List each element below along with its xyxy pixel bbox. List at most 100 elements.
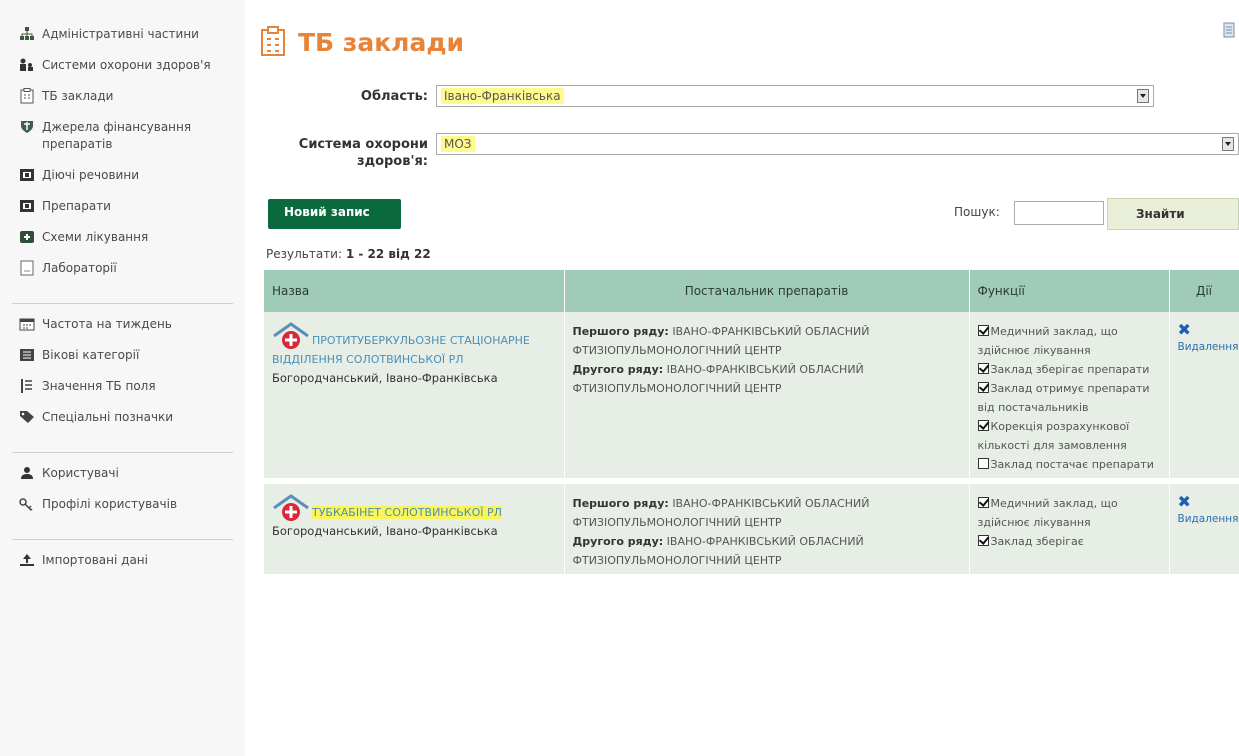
sidebar-item-label: Спеціальні позначки bbox=[42, 410, 174, 424]
page-title: ТБ заклади bbox=[298, 27, 465, 57]
sidebar-item-label: Системи охорони здоров'я bbox=[42, 58, 211, 72]
oblast-select[interactable]: Івано-Франківська bbox=[436, 85, 1154, 107]
checkbox-checked-icon bbox=[977, 497, 989, 508]
function-label: Медичний заклад, що здійснює лікування bbox=[977, 497, 1118, 529]
substance-icon bbox=[18, 167, 36, 182]
column-header-actions: Дії bbox=[1169, 270, 1239, 312]
building-icon bbox=[260, 26, 290, 58]
sidebar-item-weekly-frequency[interactable]: Частота на тиждень bbox=[0, 316, 245, 333]
facility-name-link[interactable]: ТУБКАБІНЕТ СОЛОТВИНСЬКОЇ РЛ bbox=[312, 506, 502, 519]
sidebar-item-admin-units[interactable]: Адміністративні частини bbox=[0, 26, 245, 43]
function-label: Заклад отримує препарати від постачальни… bbox=[977, 382, 1150, 414]
sidebar-item-label: Частота на тиждень bbox=[42, 317, 172, 331]
function-item: Медичний заклад, що здійснює лікування bbox=[977, 494, 1161, 532]
function-label: Корекція розрахункової кількості для зам… bbox=[977, 420, 1130, 452]
sidebar-item-medicines[interactable]: Препарати bbox=[0, 198, 245, 215]
tag-icon bbox=[18, 409, 36, 424]
column-header-name[interactable]: Назва bbox=[264, 270, 565, 312]
sidebar-item-users[interactable]: Користувачі bbox=[0, 465, 245, 482]
sidebar-item-funding-sources[interactable]: Джерела фінансування препаратів bbox=[0, 119, 245, 153]
sidebar-item-label: Значення ТБ поля bbox=[42, 379, 156, 393]
checkbox-checked-icon bbox=[977, 382, 989, 393]
facility-location: Богородчанський, Івано-Франківська bbox=[272, 371, 498, 385]
supplier-first-label: Першого ряду: bbox=[572, 497, 669, 510]
results-summary: Результати: 1 - 22 від 22 bbox=[266, 247, 431, 261]
sidebar-item-active-substances[interactable]: Діючі речовини bbox=[0, 167, 245, 184]
sidebar-item-special-marks[interactable]: Спеціальні позначки bbox=[0, 409, 245, 426]
function-item: Заклад зберігає bbox=[977, 532, 1161, 551]
function-label: Заклад зберігає препарати bbox=[990, 363, 1150, 376]
facilities-table: Назва Постачальник препаратів Функції Ді… bbox=[264, 270, 1239, 580]
actions-cell: ✖ Видалення bbox=[1169, 312, 1239, 484]
medicine-icon bbox=[18, 198, 36, 213]
sidebar-item-label: ТБ заклади bbox=[42, 89, 114, 103]
new-record-button[interactable]: Новий запис bbox=[268, 199, 401, 229]
facility-location: Богородчанський, Івано-Франківська bbox=[272, 524, 498, 538]
sidebar-group-4: Імпортовані дані bbox=[0, 548, 245, 589]
search-button[interactable]: Знайти bbox=[1107, 198, 1239, 230]
supplier-first-label: Першого ряду: bbox=[572, 325, 669, 338]
page-header: ТБ заклади bbox=[260, 26, 464, 58]
checkbox-unchecked-icon bbox=[977, 458, 989, 469]
function-item: Заклад постачає препарати bbox=[977, 455, 1161, 474]
sidebar-divider bbox=[12, 452, 233, 453]
sidebar-item-label: Схеми лікування bbox=[42, 230, 149, 244]
checkbox-checked-icon bbox=[977, 325, 989, 336]
facility-name-link[interactable]: ПРОТИТУБЕРКУЛЬОЗНЕ СТАЦІОНАРНЕ ВІДДІЛЕНН… bbox=[272, 334, 530, 366]
lab-icon bbox=[18, 260, 36, 275]
function-label: Заклад зберігає bbox=[990, 535, 1084, 548]
oblast-select-value: Івано-Франківська bbox=[441, 88, 564, 104]
sidebar-item-label: Джерела фінансування препаратів bbox=[42, 120, 192, 151]
sidebar-group-2: Частота на тиждень Вікові категорії Знач… bbox=[0, 312, 245, 446]
people-tree-icon bbox=[18, 57, 36, 72]
delete-icon[interactable]: ✖ bbox=[1178, 322, 1231, 338]
table-row: ТУБКАБІНЕТ СОЛОТВИНСЬКОЇ РЛ Богородчансь… bbox=[264, 481, 1239, 580]
sidebar-item-label: Вікові категорії bbox=[42, 348, 140, 362]
building-icon bbox=[18, 87, 36, 103]
function-item: Корекція розрахункової кількості для зам… bbox=[977, 417, 1161, 455]
sidebar-item-label: Лабораторії bbox=[42, 261, 117, 275]
main-content: ТБ заклади Область: Івано-Франківська Си… bbox=[260, 0, 1239, 756]
health-system-filter-row: Система охорони здоров'я: МОЗ bbox=[260, 133, 1239, 170]
health-system-select[interactable]: МОЗ bbox=[436, 133, 1239, 155]
sidebar-item-age-categories[interactable]: Вікові категорії bbox=[0, 347, 245, 364]
chevron-down-icon[interactable] bbox=[1222, 137, 1234, 151]
chevron-down-icon[interactable] bbox=[1137, 89, 1149, 103]
column-header-supplier[interactable]: Постачальник препаратів bbox=[564, 270, 970, 312]
sidebar-item-label: Препарати bbox=[42, 199, 111, 213]
org-chart-icon bbox=[18, 26, 36, 41]
sidebar-item-label: Користувачі bbox=[42, 466, 119, 480]
table-row: ПРОТИТУБЕРКУЛЬОЗНЕ СТАЦІОНАРНЕ ВІДДІЛЕНН… bbox=[264, 312, 1239, 484]
sidebar-item-health-systems[interactable]: Системи охорони здоров'я bbox=[0, 57, 245, 74]
facility-cell: ПРОТИТУБЕРКУЛЬОЗНЕ СТАЦІОНАРНЕ ВІДДІЛЕНН… bbox=[264, 312, 565, 484]
checkbox-checked-icon bbox=[977, 363, 989, 374]
supplier-second-label: Другого ряду: bbox=[572, 363, 664, 376]
print-icon[interactable] bbox=[1223, 22, 1237, 40]
delete-icon[interactable]: ✖ bbox=[1178, 494, 1231, 510]
function-label: Медичний заклад, що здійснює лікування bbox=[977, 325, 1118, 357]
delete-link[interactable]: Видалення bbox=[1178, 510, 1239, 529]
sidebar-item-tb-field-values[interactable]: Значення ТБ поля bbox=[0, 378, 245, 395]
hospital-icon bbox=[272, 494, 310, 522]
schema-icon bbox=[18, 229, 36, 244]
list-icon bbox=[18, 347, 36, 362]
sidebar-item-treatment-schemes[interactable]: Схеми лікування bbox=[0, 229, 245, 246]
health-system-label: Система охорони здоров'я: bbox=[298, 137, 428, 169]
checkbox-checked-icon bbox=[977, 535, 989, 546]
function-item: Заклад зберігає препарати bbox=[977, 360, 1161, 379]
shield-icon bbox=[18, 119, 36, 134]
search-label: Пошук: bbox=[954, 205, 1000, 219]
search-input[interactable] bbox=[1014, 201, 1104, 225]
functions-cell: Медичний заклад, що здійснює лікування З… bbox=[969, 312, 1170, 484]
key-icon bbox=[18, 496, 36, 511]
health-system-select-value: МОЗ bbox=[441, 136, 475, 152]
sidebar-item-label: Профілі користувачів bbox=[42, 497, 178, 511]
delete-link[interactable]: Видалення bbox=[1178, 338, 1239, 357]
sidebar-item-imported-data[interactable]: Імпортовані дані bbox=[0, 552, 245, 569]
sidebar-item-tb-facilities[interactable]: ТБ заклади bbox=[0, 87, 245, 105]
sidebar-item-label: Імпортовані дані bbox=[42, 553, 148, 567]
user-icon bbox=[18, 465, 36, 480]
sidebar-item-laboratories[interactable]: Лабораторії bbox=[0, 260, 245, 277]
sidebar-item-user-profiles[interactable]: Профілі користувачів bbox=[0, 496, 245, 513]
sidebar-divider bbox=[12, 539, 233, 540]
